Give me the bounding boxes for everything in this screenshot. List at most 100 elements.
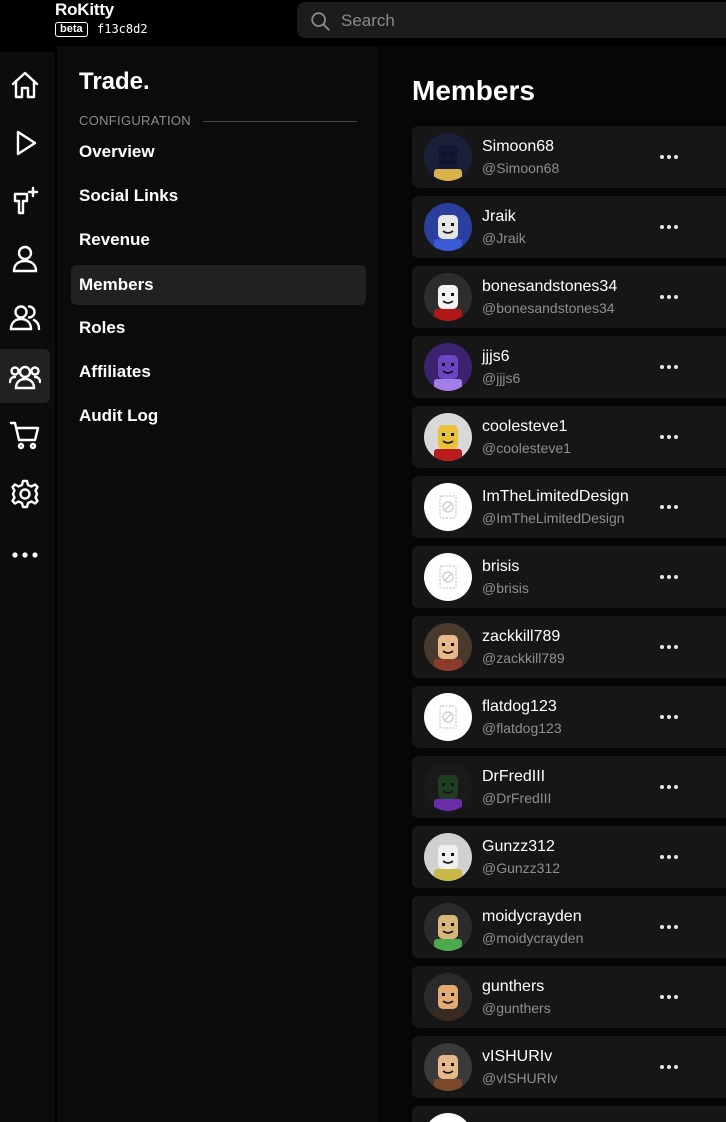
member-handle: @flatdog123 [482, 720, 562, 736]
avatar-image [434, 635, 462, 671]
member-handle: @Jraik [482, 230, 526, 246]
member-avatar [424, 903, 472, 951]
member-row[interactable]: flatdog123 @flatdog123 [412, 686, 726, 748]
member-handle: @brisis [482, 580, 529, 596]
group-icon [9, 365, 41, 390]
rail-plugins[interactable] [0, 174, 50, 228]
member-row[interactable]: bonesandstones34 @bonesandstones34 [412, 266, 726, 328]
more-options-icon[interactable] [657, 145, 681, 169]
nav-audit-log[interactable]: Audit Log [71, 396, 366, 436]
member-name: flatdog123 [482, 698, 557, 715]
member-handle: @moidycrayden [482, 930, 584, 946]
nav-affiliates[interactable]: Affiliates [71, 352, 366, 392]
placeholder-avatar-icon [439, 495, 457, 519]
member-row[interactable]: coolesteve1 @coolesteve1 [412, 406, 726, 468]
more-options-icon[interactable] [657, 915, 681, 939]
member-avatar [424, 973, 472, 1021]
member-row[interactable]: jjjs6 @jjjs6 [412, 336, 726, 398]
member-avatar [424, 833, 472, 881]
member-row[interactable]: DrFredIII @DrFredIII [412, 756, 726, 818]
member-name: coolesteve1 [482, 418, 568, 435]
member-handle: @vISHURIv [482, 1070, 558, 1086]
avatar-image [434, 915, 462, 951]
member-name: zackkill789 [482, 628, 561, 645]
member-row[interactable]: gunthers @gunthers [412, 966, 726, 1028]
nav-overview[interactable]: Overview [71, 132, 366, 172]
cart-icon [9, 421, 40, 450]
member-row[interactable]: Gunzz312 @Gunzz312 [412, 826, 726, 888]
more-options-icon[interactable] [657, 425, 681, 449]
placeholder-avatar-icon [439, 705, 457, 729]
nav-social-links[interactable]: Social Links [71, 176, 366, 216]
member-handle: @bonesandstones34 [482, 300, 615, 316]
more-options-icon[interactable] [657, 985, 681, 1009]
section-label: CONFIGURATION [79, 113, 191, 128]
member-handle: @zackkill789 [482, 650, 565, 666]
more-options-icon[interactable] [657, 705, 681, 729]
member-avatar [424, 693, 472, 741]
rail-home[interactable] [0, 58, 50, 112]
plugin-icon [13, 186, 39, 215]
more-options-icon[interactable] [657, 495, 681, 519]
member-name: bonesandstones34 [482, 278, 618, 295]
rail-profile[interactable] [0, 232, 50, 286]
more-options-icon[interactable] [657, 845, 681, 869]
member-row[interactable] [412, 1106, 726, 1122]
member-name: Jraik [482, 208, 516, 225]
member-name: Simoon68 [482, 138, 555, 155]
avatar-image [434, 215, 462, 251]
rail-cart[interactable] [0, 408, 50, 462]
member-avatar [424, 1113, 472, 1122]
member-avatar [424, 413, 472, 461]
user-icon [12, 245, 38, 273]
more-options-icon[interactable] [657, 635, 681, 659]
rail-settings[interactable] [0, 467, 50, 521]
member-name: gunthers [482, 978, 545, 995]
more-icon [12, 552, 38, 558]
gear-icon [11, 479, 39, 509]
avatar-image [434, 145, 462, 181]
section-divider [203, 121, 357, 122]
member-name: moidycrayden [482, 908, 582, 925]
member-row[interactable]: Simoon68 @Simoon68 [412, 126, 726, 188]
member-row[interactable]: moidycrayden @moidycrayden [412, 896, 726, 958]
nav-members[interactable]: Members [71, 265, 366, 305]
rail-groups[interactable] [0, 349, 50, 403]
rail-users[interactable] [0, 290, 50, 344]
placeholder-avatar-icon [424, 1113, 472, 1122]
member-avatar [424, 553, 472, 601]
more-options-icon[interactable] [657, 1055, 681, 1079]
search-input[interactable]: Search [297, 2, 726, 38]
rail-more[interactable] [0, 528, 50, 582]
member-handle: @Gunzz312 [482, 860, 561, 876]
more-options-icon[interactable] [657, 285, 681, 309]
rail-play[interactable] [0, 116, 50, 170]
placeholder-avatar-icon [439, 565, 457, 589]
avatar-image [434, 355, 462, 391]
more-options-icon[interactable] [657, 775, 681, 799]
member-name: DrFredIII [482, 768, 546, 785]
more-options-icon[interactable] [657, 565, 681, 589]
brand: RoKitty beta f13c8d2 [55, 0, 255, 46]
config-sidebar: Trade. CONFIGURATION Overview Social Lin… [57, 46, 379, 1122]
build-hash: f13c8d2 [97, 22, 148, 36]
member-row[interactable]: Jraik @Jraik [412, 196, 726, 258]
member-avatar [424, 203, 472, 251]
member-row[interactable]: zackkill789 @zackkill789 [412, 616, 726, 678]
member-handle: @Simoon68 [482, 160, 560, 176]
more-options-icon[interactable] [657, 215, 681, 239]
play-icon [16, 130, 37, 156]
more-options-icon[interactable] [657, 355, 681, 379]
beta-badge: beta [55, 22, 88, 37]
member-name: brisis [482, 558, 520, 575]
avatar-image [434, 775, 462, 811]
member-row[interactable]: ImTheLimitedDesign @ImTheLimitedDesign [412, 476, 726, 538]
member-row[interactable]: brisis @brisis [412, 546, 726, 608]
app-name: RoKitty [55, 0, 115, 19]
page-title: Members [412, 75, 535, 106]
nav-revenue[interactable]: Revenue [71, 220, 366, 260]
avatar-image [434, 985, 462, 1021]
member-avatar [424, 763, 472, 811]
member-row[interactable]: vISHURIv @vISHURIv [412, 1036, 726, 1098]
nav-roles[interactable]: Roles [71, 308, 366, 348]
